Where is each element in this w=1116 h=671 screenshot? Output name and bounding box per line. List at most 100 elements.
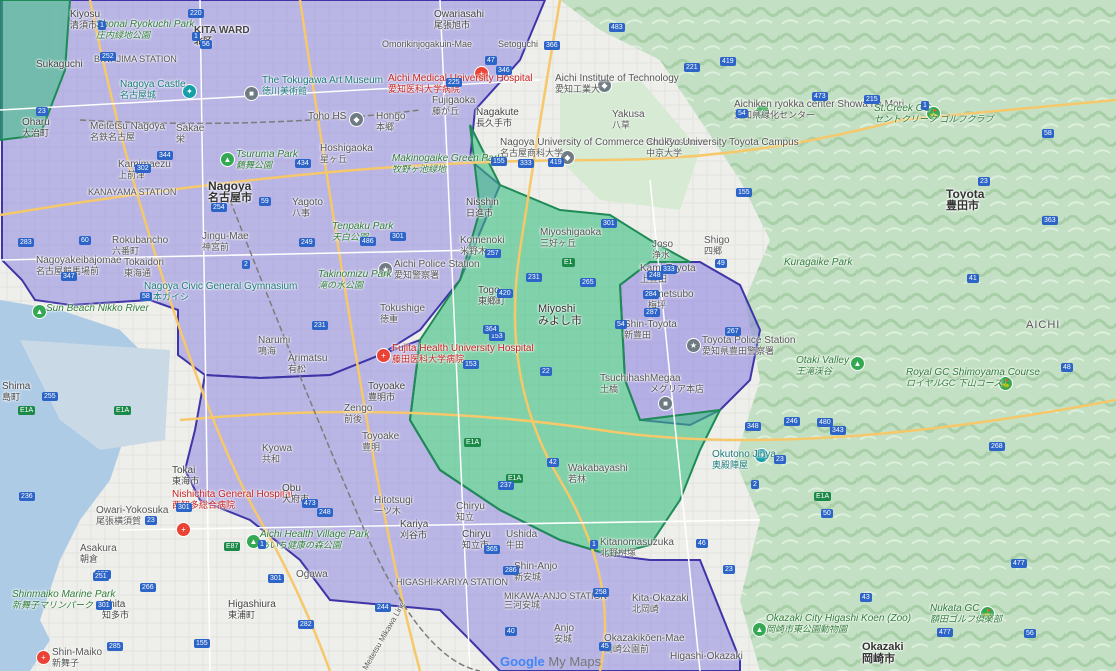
route-shield: 23 — [774, 455, 786, 464]
label-hoshigaoka: Hoshigaoka 星ヶ丘 — [320, 143, 373, 164]
route-shield: 252 — [100, 52, 116, 61]
highway-shield: E1A — [18, 406, 36, 415]
route-shield: 477 — [937, 628, 953, 637]
label-omori: Omorikinjogakuin-Mae — [382, 39, 473, 49]
label-kita-okazaki: Kita-Okazaki 北岡崎 — [632, 593, 689, 614]
map-base — [0, 0, 1116, 671]
label-nagoya-gym: Nagoya Civic General Gymnasium 日本ガイシ — [144, 281, 298, 302]
label-nukata: Nukata GC 額田ゴルフ倶楽部 — [930, 603, 1003, 624]
label-miyoshigaoka: Miyoshigaoka 三好ヶ丘 — [540, 227, 602, 248]
route-shield: 346 — [496, 66, 512, 75]
route-shield: 301 — [601, 219, 617, 228]
route-shield: 59 — [259, 197, 271, 206]
police-icon-toyota[interactable]: ★ — [686, 338, 701, 353]
route-shield: 483 — [609, 23, 625, 32]
route-shield: 1 — [192, 32, 200, 41]
route-shield: 286 — [503, 566, 519, 575]
label-narumi: Narumi 鳴海 — [258, 335, 291, 356]
route-shield: 266 — [140, 583, 156, 592]
route-shield: 58 — [140, 292, 152, 301]
label-aichi-health: Aichi Health Village Park あいち健康の森公園 — [260, 529, 370, 550]
shopping-icon-megaa[interactable]: ■ — [658, 396, 673, 411]
label-higashi-okazaki: Higashi-Okazaki — [670, 651, 743, 662]
route-shield: 473 — [812, 92, 828, 101]
route-shield: 58 — [1042, 129, 1054, 138]
hospital-icon-fujita[interactable]: + — [376, 348, 391, 363]
park-icon-tsuruma[interactable]: ▲ — [220, 152, 235, 167]
label-nagoya-castle: Nagoya Castle 名古屋城 — [120, 79, 186, 100]
label-tsuruma: Tsuruma Park 鶴舞公園 — [236, 149, 298, 170]
label-nagakute: Nagakute 長久手市 — [476, 107, 519, 128]
label-shima: Shima 島町 — [2, 381, 31, 402]
route-shield: 268 — [989, 442, 1005, 451]
route-shield: 254 — [211, 203, 227, 212]
route-shield: 153 — [463, 360, 479, 369]
label-tokai: Tokai 東海市 — [172, 465, 200, 486]
route-shield: 246 — [784, 417, 800, 426]
route-shield: 282 — [298, 620, 314, 629]
route-shield: 60 — [79, 236, 91, 245]
label-otaki: Otaki Valley 王滝渓谷 — [796, 355, 849, 376]
route-shield: 48 — [1061, 363, 1073, 372]
route-shield: 244 — [375, 603, 391, 612]
label-toho: Toho HS — [308, 111, 347, 122]
label-okazaki: Okazaki 岡崎市 — [862, 641, 904, 665]
route-shield: 2 — [242, 260, 250, 269]
label-meitetsu: Meitetsu Nagoya 名鉄名古屋 — [90, 121, 166, 142]
map-canvas[interactable]: Kiyosu 清須市 Shonai Ryokuchi Park 庄内緑地公園 KIT… — [0, 0, 1116, 671]
school-icon-toho[interactable]: ◆ — [349, 112, 364, 127]
zoo-icon[interactable]: ▲ — [752, 622, 767, 637]
label-kariya: Kariya 刈谷市 — [400, 519, 429, 540]
route-shield: 285 — [107, 642, 123, 651]
route-shield: 343 — [830, 426, 846, 435]
route-shield: 49 — [715, 259, 727, 268]
route-shield: 42 — [547, 458, 559, 467]
label-tokugawa: The Tokugawa Art Museum 徳川美術館 — [262, 75, 383, 96]
label-tokushige: Tokushige 徳重 — [380, 303, 426, 324]
route-shield: 333 — [518, 159, 534, 168]
route-shield: 236 — [19, 492, 35, 501]
route-shield: 333 — [661, 265, 677, 274]
route-shield: 231 — [526, 273, 542, 282]
route-shield: 56 — [1024, 629, 1036, 638]
route-shield: 473 — [302, 499, 318, 508]
label-hongo: Hongo 本郷 — [376, 111, 406, 132]
route-shield: 301 — [268, 574, 284, 583]
label-miyoshi: Miyoshi みよし市 — [538, 303, 582, 327]
label-ogawa: Ogawa — [296, 569, 328, 580]
label-aichi-region: AICHI — [1026, 319, 1061, 331]
label-wakabayashi: Wakabayashi 若林 — [568, 463, 628, 484]
route-shield: 1 — [590, 540, 598, 549]
label-royal: Royal GC Shimoyama Course ロイヤルGC 下山コース — [906, 367, 1040, 388]
route-shield: 486 — [360, 237, 376, 246]
route-shield: 155 — [194, 639, 210, 648]
route-shield: 255 — [42, 392, 58, 401]
route-shield: 477 — [1011, 559, 1027, 568]
route-shield: 41 — [967, 274, 979, 283]
label-oharu: Oharu 大治町 — [22, 117, 50, 138]
route-shield: 1 — [98, 21, 106, 30]
label-anjo: Anjo 安城 — [554, 623, 575, 644]
label-toyoake: Toyoake 豊明市 — [368, 381, 406, 402]
hospital-icon-nishichita[interactable]: + — [176, 522, 191, 537]
route-shield: 47 — [485, 56, 497, 65]
route-shield: 54 — [736, 109, 748, 118]
route-shield: 267 — [725, 327, 741, 336]
label-kuragaike: Kuragaike Park — [784, 257, 853, 268]
label-shin-toyota: Shin-Toyota 新豊田 — [624, 319, 677, 340]
route-shield: 348 — [745, 422, 761, 431]
route-shield: 344 — [157, 151, 173, 160]
highway-shield: E1 — [562, 258, 575, 267]
route-shield: 221 — [684, 63, 700, 72]
route-shield: 365 — [484, 545, 500, 554]
hospital-icon-shinmaiko[interactable]: + — [36, 650, 51, 665]
route-shield: 363 — [1042, 216, 1058, 225]
highway-shield: E1A — [114, 406, 132, 415]
park-icon-otaki[interactable]: ▲ — [850, 356, 865, 371]
route-shield: 420 — [497, 289, 513, 298]
park-icon-sunbeach[interactable]: ▲ — [32, 304, 47, 319]
label-yagoto: Yagoto 八事 — [292, 197, 323, 218]
route-shield: 480 — [817, 418, 833, 427]
label-owari-yokosuka: Owari-Yokosuka 尾張横須賀 — [96, 505, 169, 526]
museum-icon[interactable]: ■ — [244, 86, 259, 101]
